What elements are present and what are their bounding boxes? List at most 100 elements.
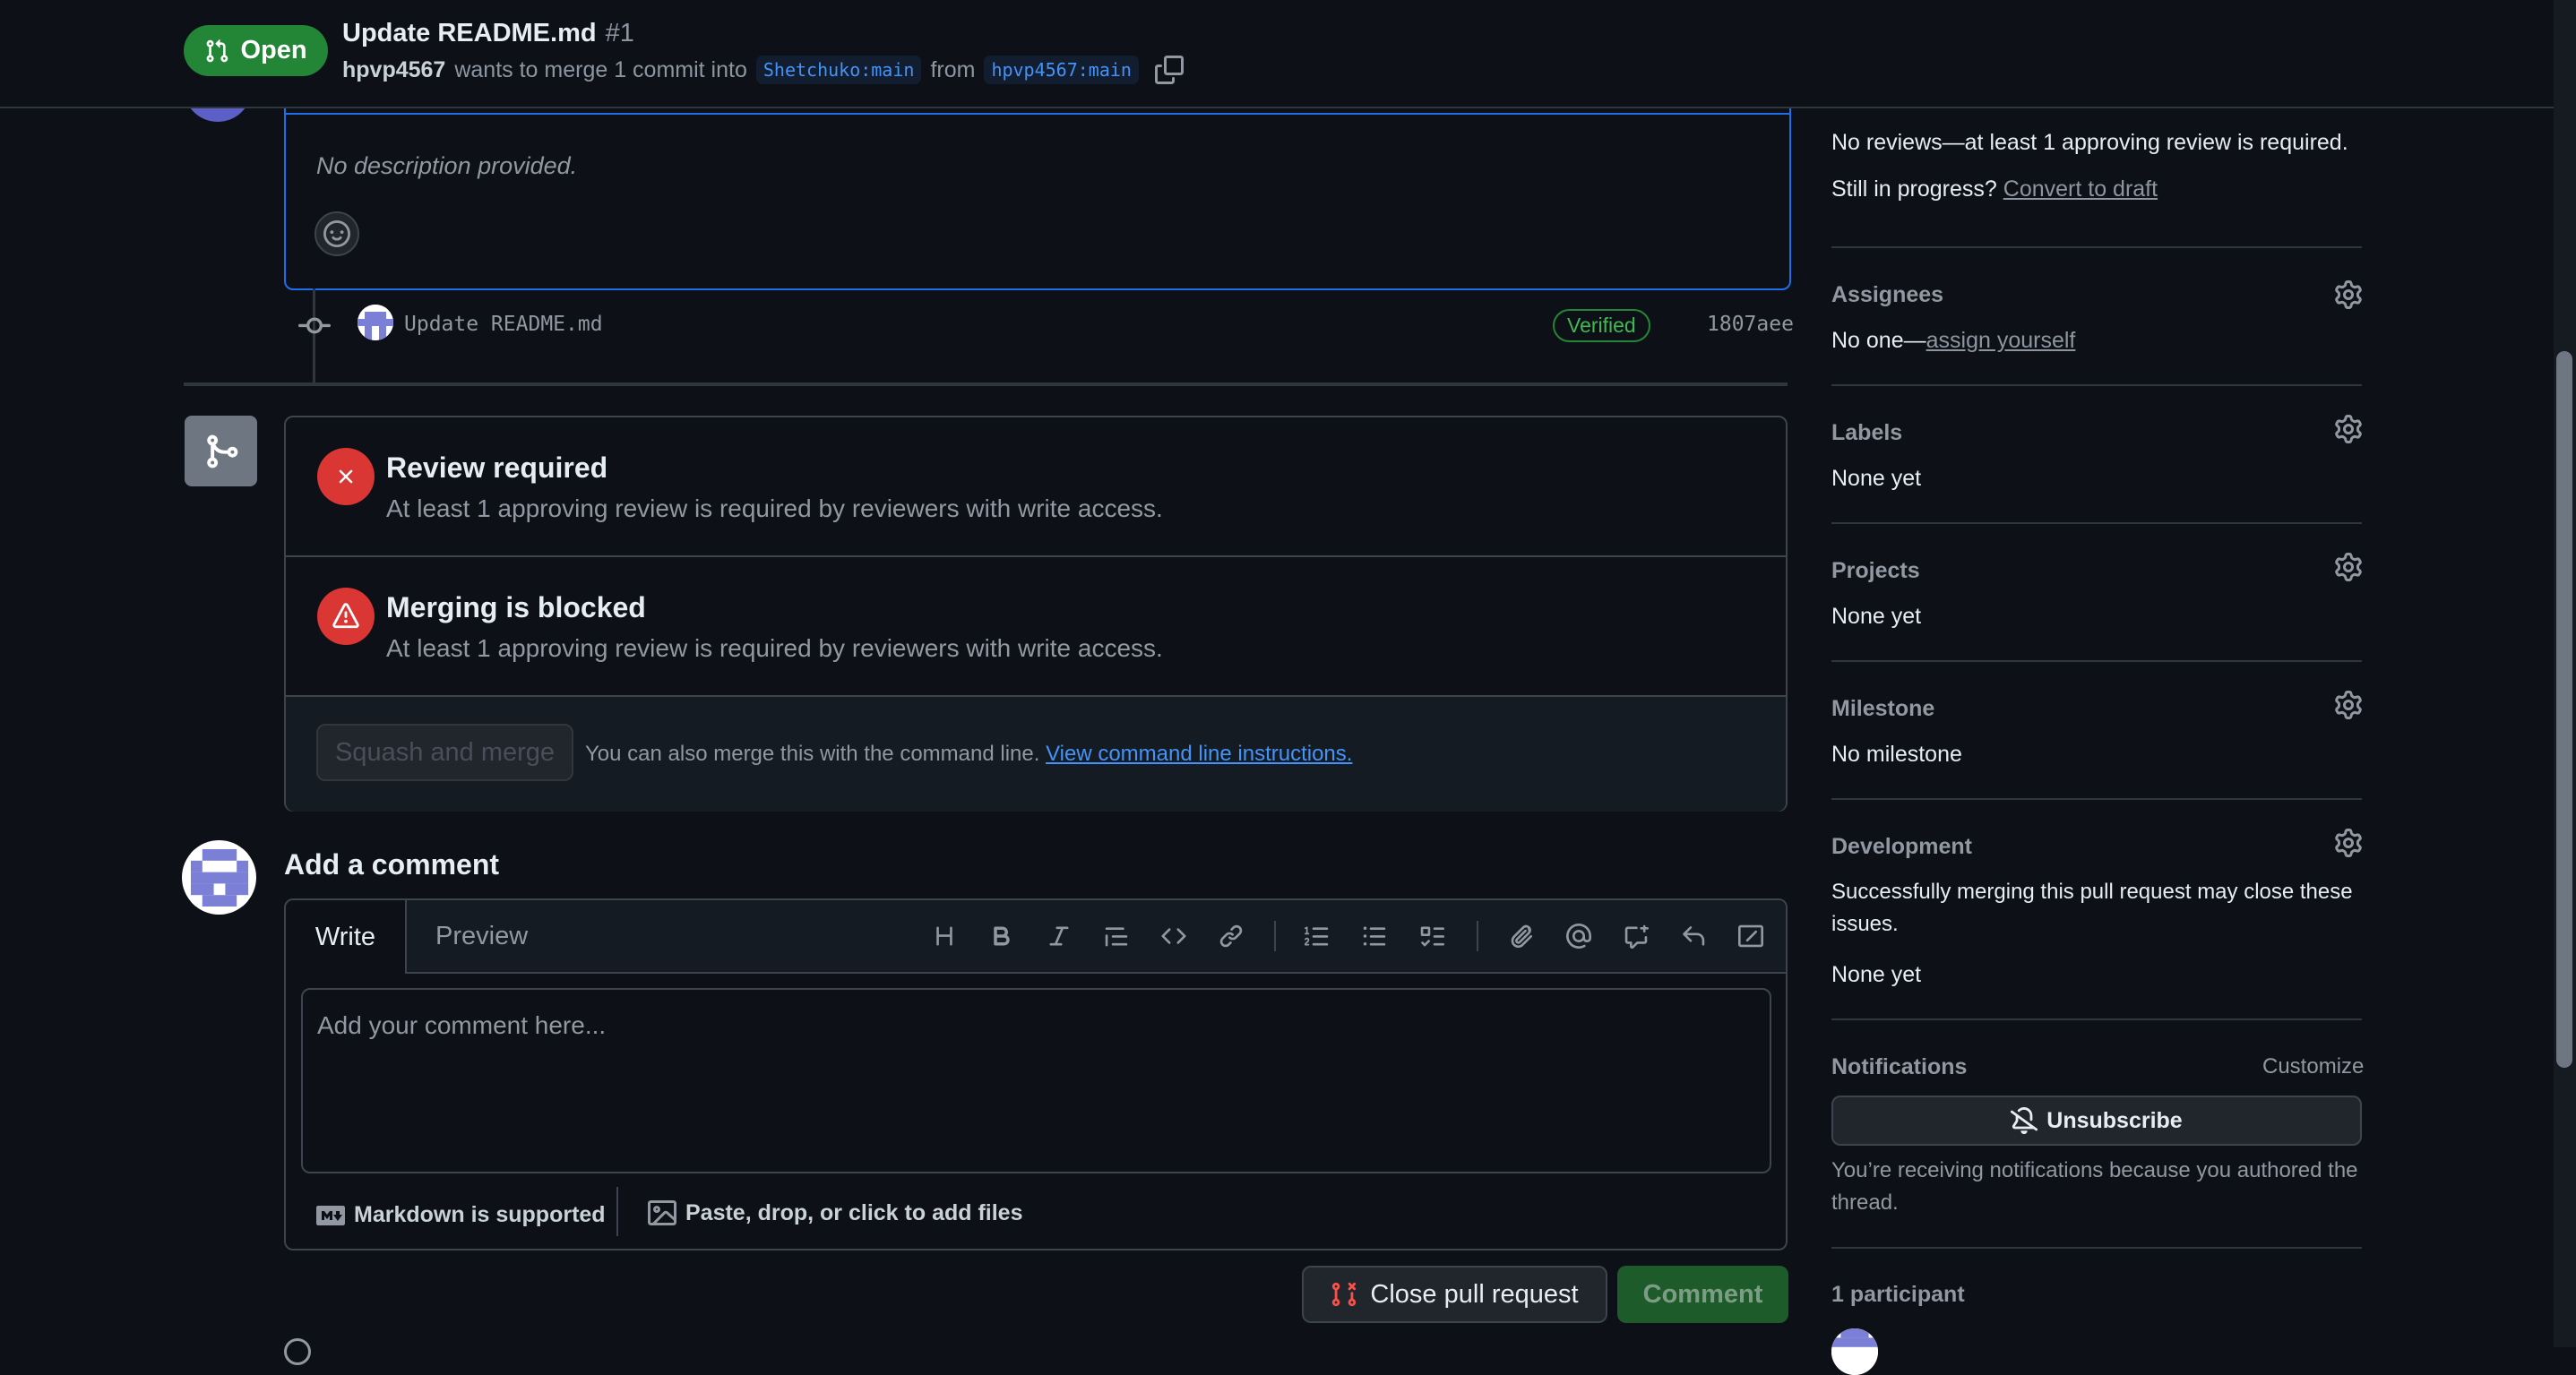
identicon-icon (1831, 1328, 1878, 1375)
copy-icon[interactable] (1154, 56, 1184, 84)
cli-instructions-link[interactable]: View command line instructions. (1046, 742, 1352, 766)
add-reaction-button[interactable] (314, 211, 359, 256)
toolbar-divider (1477, 921, 1478, 951)
add-comment-heading: Add a comment (284, 848, 500, 881)
markdown-icon (316, 1205, 345, 1225)
review-required-title: Review required (386, 451, 608, 484)
italic-icon[interactable] (1044, 921, 1074, 951)
command-line-text: You can also merge this with the command… (585, 742, 1352, 767)
heading-icon[interactable] (929, 921, 960, 951)
git-pull-request-closed-icon (1332, 1282, 1357, 1307)
head-branch[interactable]: hpvp4567:main (984, 56, 1139, 84)
pr-subtitle: hpvp4567 wants to merge 1 commit into Sh… (342, 56, 1184, 84)
scrollbar-thumb[interactable] (2556, 351, 2572, 1068)
sidebar-divider (1831, 660, 2362, 662)
close-pull-request-label: Close pull request (1370, 1279, 1579, 1309)
attach-icon[interactable] (1506, 921, 1537, 951)
participant-avatar[interactable] (1831, 1328, 1878, 1375)
markdown-supported[interactable]: Markdown is supported (316, 1202, 606, 1228)
notifications-text-2: thread. (1831, 1190, 1899, 1215)
cli-text: You can also merge this with the command… (585, 742, 1040, 766)
pull-request-icon (207, 39, 228, 62)
customize-link[interactable]: Customize (2262, 1054, 2364, 1079)
comment-button[interactable]: Comment (1617, 1266, 1788, 1323)
merge-action-section: Squash and merge You can also merge this… (286, 697, 1786, 812)
sidebar-divider (1831, 1018, 2362, 1020)
timeline-divider (184, 382, 1788, 386)
unsubscribe-button[interactable]: Unsubscribe (1831, 1096, 2362, 1146)
merge-text: wants to merge 1 commit into (454, 56, 747, 82)
merge-blocked-desc: At least 1 approving review is required … (386, 634, 1163, 662)
pr-number: #1 (605, 19, 634, 47)
base-branch[interactable]: Shetchuko:main (755, 56, 922, 84)
comment-placeholder: Add your comment here... (317, 1011, 607, 1039)
bell-slash-icon (2011, 1107, 2038, 1134)
tab-write[interactable]: Write (286, 900, 407, 974)
sidebar-divider (1831, 384, 2362, 386)
assignees-text: No one— (1831, 328, 1926, 353)
labels-gear-icon[interactable] (2334, 415, 2363, 443)
alert-icon (317, 588, 375, 645)
labels-value: None yet (1831, 466, 1922, 491)
git-merge-icon (206, 434, 237, 468)
merge-icon-box (185, 416, 257, 486)
merge-blocked-section: Merging is blocked At least 1 approving … (286, 557, 1786, 697)
mention-icon[interactable] (1564, 921, 1594, 951)
timeline-end-icon (284, 1338, 311, 1365)
squash-and-merge-button[interactable]: Squash and merge (316, 724, 573, 781)
assign-yourself-link[interactable]: assign yourself (1926, 328, 2076, 353)
smiley-icon (323, 220, 350, 247)
milestone-value: No milestone (1831, 742, 1962, 767)
merge-box: Review required At least 1 approving rev… (284, 416, 1788, 812)
participants-title: 1 participant (1831, 1282, 1965, 1307)
slash-command-icon[interactable] (1736, 921, 1766, 951)
development-title[interactable]: Development (1831, 834, 1972, 860)
comment-box: Write Preview Add your comment here... M… (284, 898, 1788, 1250)
quote-icon[interactable] (1101, 921, 1132, 951)
markdown-label: Markdown is supported (354, 1202, 606, 1227)
code-icon[interactable] (1159, 921, 1189, 951)
bold-icon[interactable] (986, 921, 1017, 951)
verified-badge[interactable]: Verified (1553, 309, 1650, 342)
pr-author[interactable]: hpvp4567 (342, 57, 445, 83)
identicon-icon (190, 848, 248, 907)
milestone-gear-icon[interactable] (2334, 691, 2363, 719)
review-required-section: Review required At least 1 approving rev… (286, 417, 1786, 557)
x-circle-icon (317, 448, 375, 505)
review-required-desc: At least 1 approving review is required … (386, 494, 1163, 522)
convert-to-draft-link[interactable]: Convert to draft (2003, 176, 2158, 202)
cross-reference-icon[interactable] (1621, 921, 1651, 951)
image-icon (648, 1200, 676, 1225)
development-value: None yet (1831, 962, 1922, 987)
projects-gear-icon[interactable] (2334, 553, 2363, 581)
commit-sha[interactable]: 1807aee (1707, 313, 1794, 336)
reviewers-status: No reviews—at least 1 approving review i… (1831, 130, 2348, 155)
development-gear-icon[interactable] (2334, 829, 2363, 857)
commit-message[interactable]: Update README.md (404, 313, 603, 336)
comment-textarea[interactable]: Add your comment here... (301, 988, 1771, 1173)
identicon-icon (358, 305, 393, 340)
projects-title[interactable]: Projects (1831, 558, 1920, 584)
assignees-title[interactable]: Assignees (1831, 282, 1943, 308)
saved-reply-icon[interactable] (1678, 921, 1709, 951)
assignees-value: No one—assign yourself (1831, 328, 2075, 354)
commit-author-avatar[interactable] (358, 305, 393, 340)
task-list-icon[interactable] (1417, 921, 1447, 951)
assignees-gear-icon[interactable] (2334, 280, 2363, 309)
attach-files[interactable]: Paste, drop, or click to add files (648, 1199, 1023, 1227)
labels-title[interactable]: Labels (1831, 420, 1902, 446)
draft-prompt: Still in progress? Convert to draft (1831, 176, 2158, 202)
close-pull-request-button[interactable]: Close pull request (1302, 1266, 1607, 1323)
progress-text: Still in progress? (1831, 176, 1997, 202)
pr-state-label: Open (240, 36, 307, 64)
current-user-avatar[interactable] (182, 840, 256, 915)
link-icon[interactable] (1216, 921, 1246, 951)
unordered-list-icon[interactable] (1359, 921, 1390, 951)
footer-divider (616, 1187, 618, 1236)
sidebar-divider (1831, 798, 2362, 800)
development-text-2: issues. (1831, 912, 1899, 936)
ordered-list-icon[interactable] (1302, 921, 1332, 951)
milestone-title[interactable]: Milestone (1831, 696, 1934, 722)
tab-preview[interactable]: Preview (435, 922, 528, 951)
from-text: from (930, 56, 976, 82)
